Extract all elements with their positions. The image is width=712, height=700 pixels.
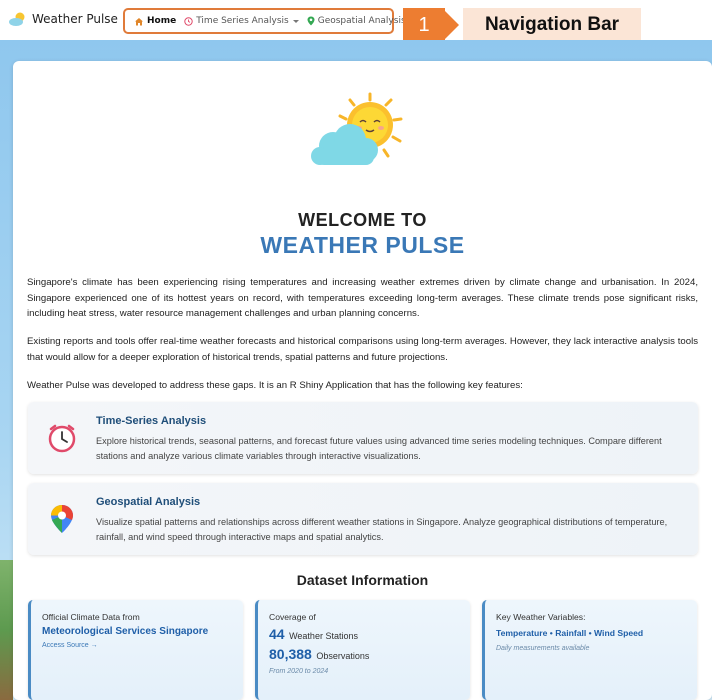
top-bar: Weather Pulse Home Time Series Analysis … [0,0,712,42]
nav-geospatial[interactable]: Geospatial Analysis [307,16,416,26]
dataset-source-card: Official Climate Data from Meteorologica… [28,600,243,700]
home-icon [135,17,143,25]
callout-arrow [445,11,459,39]
access-source-link[interactable]: Access Source → [42,642,98,649]
source-org: Meteorological Services Singapore [42,626,209,637]
intro-paragraph-1: Singapore's climate has been experiencin… [27,277,698,319]
feature-card-time-series[interactable]: Time-Series Analysis Explore historical … [28,402,698,474]
stations-stat: 44 Weather Stations [269,626,358,642]
intro-paragraph-3: Weather Pulse was developed to address t… [27,380,523,391]
observations-label: Observations [316,651,370,661]
navigation-bar: Home Time Series Analysis Geospatial Ana… [123,8,416,34]
nav-time-series[interactable]: Time Series Analysis [184,16,299,26]
brand[interactable]: Weather Pulse [8,11,118,27]
source-label: Official Climate Data from [42,612,140,622]
chevron-down-icon [292,19,299,23]
map-pin-icon [307,16,315,26]
variables-label: Key Weather Variables: [496,612,586,622]
coverage-period: From 2020 to 2024 [269,668,329,675]
clock-icon [184,16,193,26]
welcome-heading: WELCOME TO [298,210,427,230]
coverage-label: Coverage of [269,612,316,622]
feature-title: Geospatial Analysis [96,496,201,508]
stations-count: 44 [269,626,285,642]
dataset-heading: Dataset Information [296,572,429,588]
intro-paragraph-2: Existing reports and tools offer real-ti… [27,336,698,363]
variables-note: Daily measurements available [496,645,590,652]
stations-label: Weather Stations [289,631,358,641]
feature-description: Explore historical trends, seasonal patt… [96,436,662,461]
app-name-heading: WEATHER PULSE [260,232,465,258]
nav-home[interactable]: Home [134,16,176,26]
sun-cloud-illustration [311,92,403,165]
sun-cloud-icon [9,12,25,26]
observations-count: 80,388 [269,646,312,662]
nav-geospatial-label: Geospatial Analysis [317,16,406,26]
feature-title: Time-Series Analysis [96,415,207,427]
dataset-coverage-card: Coverage of 44 Weather Stations 80,388 O… [255,600,470,700]
nav-time-series-label: Time Series Analysis [196,16,289,26]
variables-list: Temperature • Rainfall • Wind Speed [496,628,644,638]
map-pin-icon [51,505,73,533]
alarm-clock-icon [48,424,76,453]
observations-stat: 80,388 Observations [269,646,369,662]
nav-home-label: Home [147,16,177,26]
brand-title: Weather Pulse [32,12,118,26]
feature-description: Visualize spatial patterns and relations… [96,517,668,542]
dataset-variables-card: Key Weather Variables: Temperature • Rai… [482,600,697,700]
feature-card-geospatial[interactable]: Geospatial Analysis Visualize spatial pa… [28,483,698,555]
callout-number: 1 [403,8,445,42]
callout-label: Navigation Bar [463,8,641,42]
